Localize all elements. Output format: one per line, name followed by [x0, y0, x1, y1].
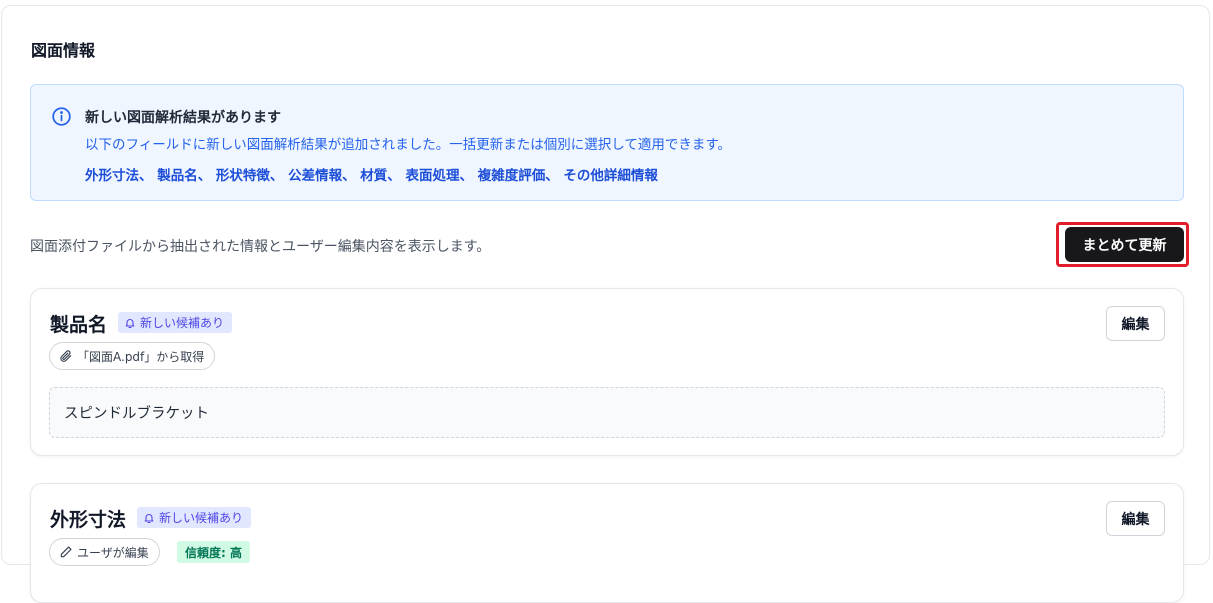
new-candidate-badge[interactable]: 新しい候補あり — [137, 507, 252, 528]
card-title: 外形寸法 — [50, 509, 127, 531]
field-value: スピンドルブラケット — [49, 387, 1165, 438]
field-card-dimensions: 外形寸法 新しい候補あり ユーザが編集 信頼度: 高 編集 — [30, 483, 1184, 603]
pencil-icon — [60, 546, 72, 558]
badge-label: 新しい候補あり — [159, 511, 244, 525]
bulk-update-button[interactable]: まとめて更新 — [1065, 227, 1184, 262]
new-candidate-badge[interactable]: 新しい候補あり — [118, 312, 233, 333]
bell-icon — [125, 318, 135, 328]
notice-title: 新しい図面解析結果があります — [85, 110, 281, 126]
edit-button[interactable]: 編集 — [1106, 306, 1165, 341]
panel-description: 図面添付ファイルから抽出された情報とユーザー編集内容を表示します。 — [30, 239, 491, 255]
source-label: 「図面A.pdf」から取得 — [77, 349, 205, 364]
field-card-product-name: 製品名 新しい候補あり 「図面A.pdf」から取得 編集 スピンドルブラケット — [30, 288, 1184, 456]
card-title: 製品名 — [50, 314, 108, 336]
notice-field-list: 外形寸法、 製品名、 形状特徴、 公差情報、 材質、 表面処理、 複雑度評価、 … — [85, 168, 658, 184]
confidence-badge: 信頼度: 高 — [177, 541, 250, 563]
analysis-notice: 新しい図面解析結果があります 以下のフィールドに新しい図面解析結果が追加されまし… — [30, 84, 1184, 201]
source-chip: ユーザが編集 — [49, 538, 160, 566]
source-chip: 「図面A.pdf」から取得 — [49, 342, 216, 370]
notice-description: 以下のフィールドに新しい図面解析結果が追加されました。一括更新または個別に選択し… — [85, 137, 731, 153]
bell-icon — [144, 513, 154, 523]
paperclip-icon — [60, 350, 72, 362]
info-icon — [52, 107, 71, 126]
edit-button[interactable]: 編集 — [1106, 501, 1165, 536]
badge-label: 新しい候補あり — [140, 316, 225, 330]
panel-title: 図面情報 — [31, 41, 96, 60]
source-label: ユーザが編集 — [77, 545, 149, 560]
drawing-info-panel: 図面情報 新しい図面解析結果があります 以下のフィールドに新しい図面解析結果が追… — [1, 5, 1210, 603]
